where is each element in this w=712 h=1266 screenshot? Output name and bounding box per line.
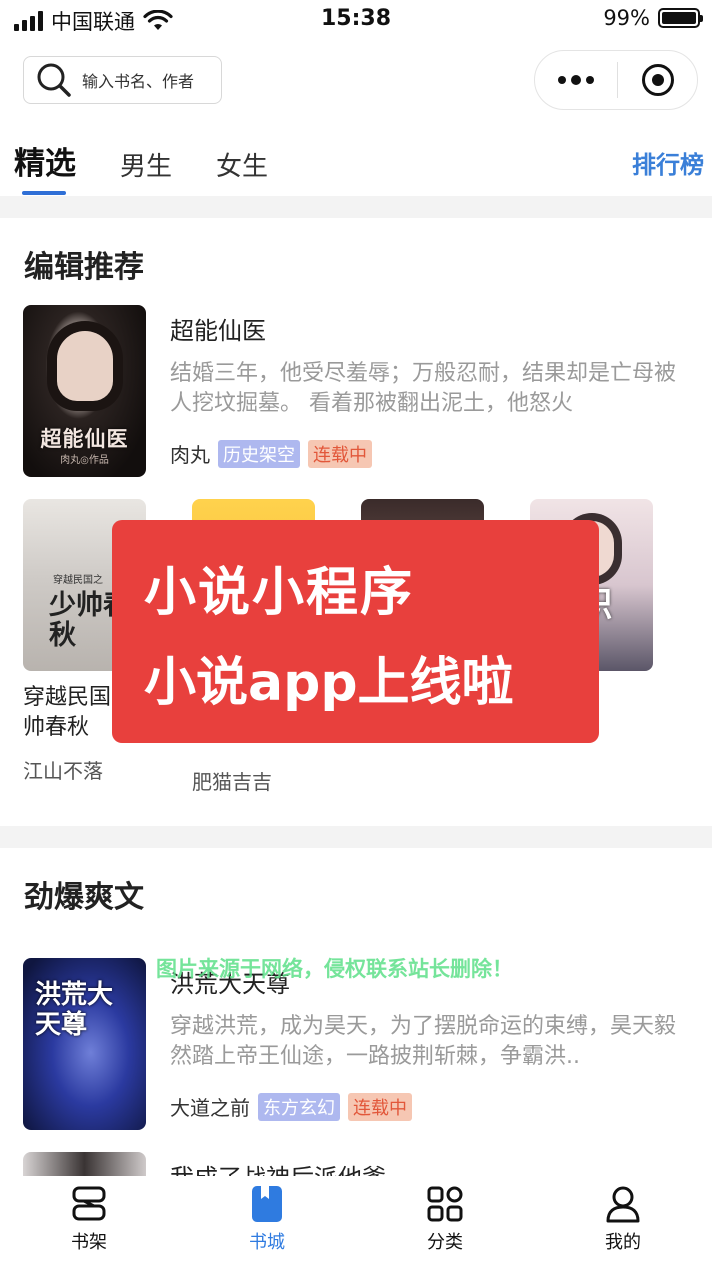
cover-top-text: 穿越民国之	[53, 575, 103, 586]
featured-book-editor[interactable]: 超能仙医 肉丸◎作品 超能仙医 结婚三年，他受尽羞辱；万般忍耐，结果却是亡母被人…	[23, 305, 693, 477]
battery-icon	[658, 8, 703, 28]
status-tag: 连载中	[348, 1092, 412, 1121]
book-description: 穿越洪荒，成为昊天，为了摆脱命运的束缚，昊天毅然踏上帝王仙途，一路披荆斩棘，争霸…	[170, 1014, 677, 1069]
tab-male[interactable]: 男生	[120, 146, 172, 183]
book-meta: 大道之前 东方玄幻 连载中	[170, 1092, 412, 1121]
target-close-icon[interactable]	[618, 51, 697, 109]
search-icon	[37, 63, 71, 97]
book-cover[interactable]: 超能仙医 肉丸◎作品	[23, 305, 146, 477]
user-icon	[603, 1184, 643, 1224]
bookstore-icon	[247, 1184, 287, 1224]
section-divider	[0, 826, 712, 848]
status-tag: 连载中	[308, 439, 372, 468]
promo-line-1: 小说小程序	[144, 563, 415, 623]
promo-banner: 小说小程序 小说app上线啦	[112, 520, 599, 743]
miniprogram-capsule	[534, 50, 698, 110]
promo-line-2: 小说app上线啦	[144, 653, 514, 713]
book-title[interactable]: 超能仙医	[170, 311, 266, 346]
more-dots-icon[interactable]	[535, 51, 617, 109]
category-grid-icon	[425, 1184, 465, 1224]
tab-featured[interactable]: 精选	[14, 138, 76, 195]
nav-label: 分类	[427, 1232, 463, 1253]
search-box[interactable]: 输入书名、作者	[23, 56, 222, 104]
book-description: 结婚三年，他受尽羞辱；万般忍耐，结果却是亡母被人挖坟掘墓。 看着那被翻出泥土，他…	[170, 361, 677, 416]
status-right: 99%	[603, 6, 703, 30]
watermark-text: 图片来源于网络，侵权联系站长删除！	[156, 957, 513, 981]
tab-female[interactable]: 女生	[216, 146, 268, 183]
rank-link[interactable]: 排行榜	[632, 145, 704, 180]
book-cover[interactable]: 洪荒大天尊	[23, 958, 146, 1130]
cover-title-text: 洪荒大天尊	[35, 980, 114, 1040]
section-title-hot: 劲爆爽文	[24, 880, 144, 915]
search-placeholder: 输入书名、作者	[82, 72, 195, 91]
book-author: 江山不落	[23, 759, 103, 783]
nav-label: 书架	[71, 1232, 107, 1253]
cover-subtitle: 肉丸◎作品	[60, 455, 109, 466]
nav-bookstore[interactable]: 书城	[178, 1176, 356, 1266]
battery-percent: 99%	[603, 6, 650, 30]
book-author: 肉丸	[170, 443, 210, 467]
nav-label: 书城	[249, 1232, 285, 1253]
book-author: 肥猫吉吉	[192, 770, 272, 794]
book-meta: 肉丸 历史架空 连载中	[170, 439, 372, 468]
nav-bookshelf[interactable]: 书架	[0, 1176, 178, 1266]
nav-label: 我的	[605, 1232, 641, 1253]
nav-category[interactable]: 分类	[356, 1176, 534, 1266]
bottom-nav: 书架 书城 分类 我的	[0, 1176, 712, 1266]
status-bar: 中国联通 15:38 99%	[0, 0, 712, 40]
genre-tag: 历史架空	[218, 439, 300, 468]
cover-title-text: 超能仙医	[40, 427, 129, 451]
cover-portrait	[57, 331, 113, 401]
bookshelf-icon	[69, 1184, 109, 1224]
section-title-editor: 编辑推荐	[24, 250, 144, 285]
featured-book-hot[interactable]: 洪荒大天尊 洪荒大天尊 穿越洪荒，成为昊天，为了摆脱命运的束缚，昊天毅然踏上帝王…	[23, 958, 693, 1130]
nav-mine[interactable]: 我的	[534, 1176, 712, 1266]
book-author: 大道之前	[170, 1096, 250, 1120]
category-tabs: 精选 男生 女生	[14, 138, 312, 195]
genre-tag: 东方玄幻	[258, 1092, 340, 1121]
section-divider	[0, 196, 712, 218]
